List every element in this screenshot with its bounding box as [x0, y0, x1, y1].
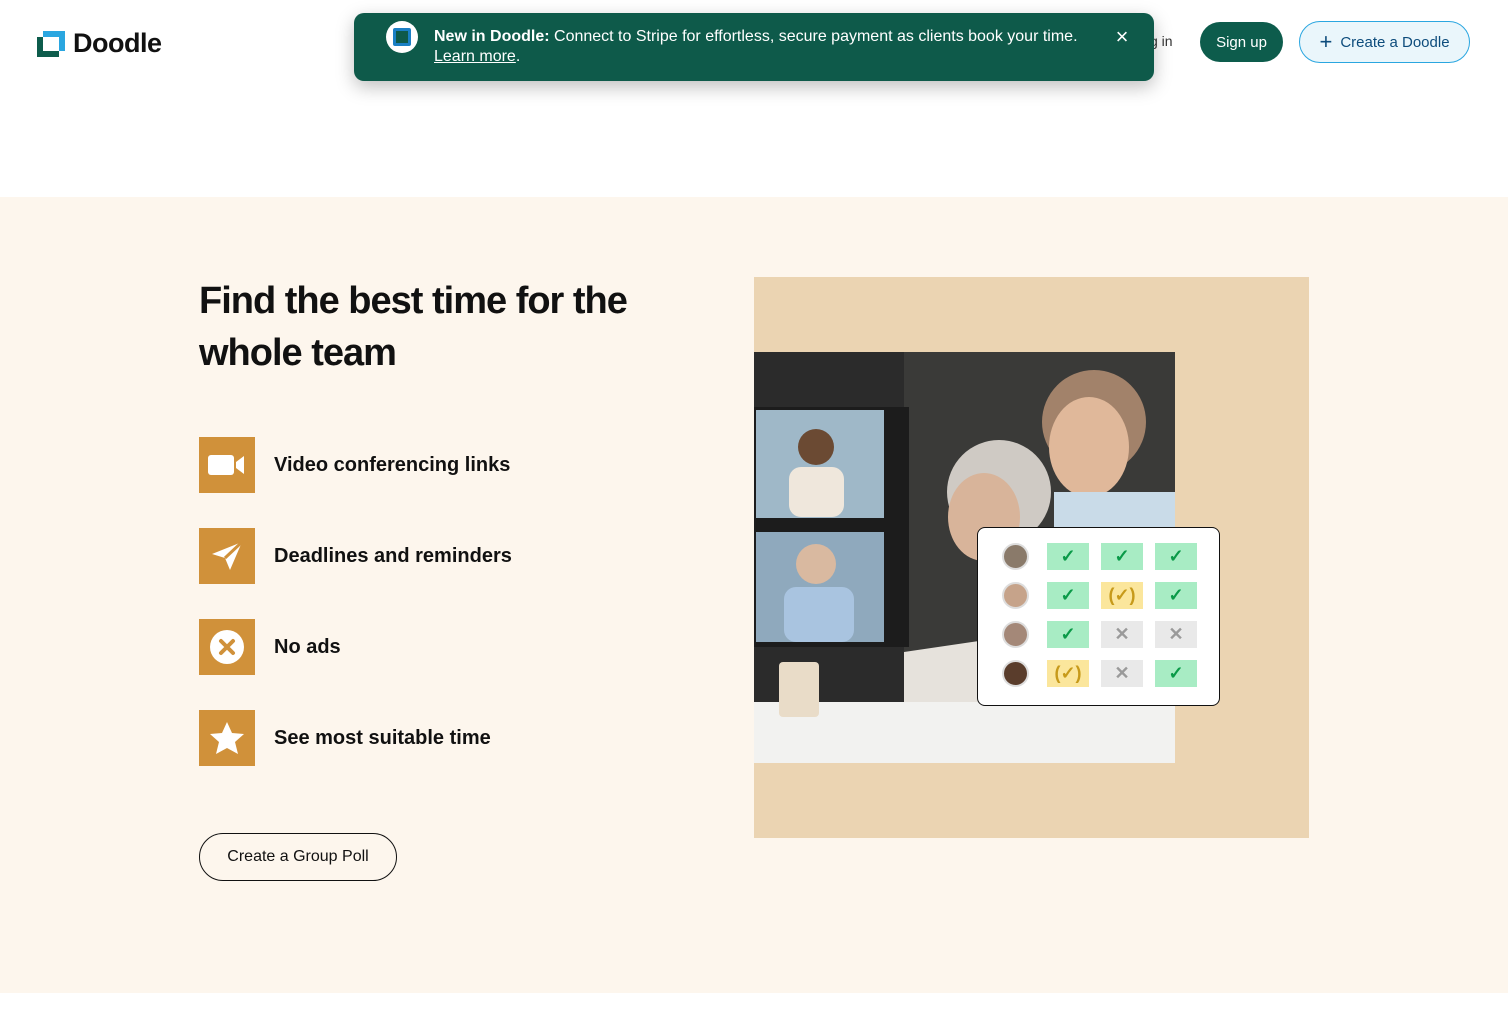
cross-icon: ✕: [1101, 621, 1143, 648]
banner-message: New in Doodle: Connect to Stripe for eff…: [434, 27, 1084, 67]
check-icon: ✓: [1155, 660, 1197, 687]
avatar: [1002, 543, 1029, 570]
star-icon: [199, 710, 255, 766]
feature-label: See most suitable time: [274, 726, 491, 749]
plus-icon: +: [1319, 29, 1333, 54]
grid-row: ✓ ✕ ✕: [1002, 621, 1209, 648]
banner-body: Connect to Stripe for effortless, secure…: [549, 28, 1078, 45]
feature-label: Video conferencing links: [274, 453, 511, 476]
feature-item-suitable-time: See most suitable time: [199, 710, 491, 766]
grid-row: ✓ (✓) ✓: [1002, 582, 1209, 609]
feature-label: Deadlines and reminders: [274, 544, 512, 567]
avatar: [1002, 621, 1029, 648]
avatar: [1002, 582, 1029, 609]
announcement-banner: New in Doodle: Connect to Stripe for eff…: [354, 13, 1154, 81]
check-icon: ✓: [1047, 543, 1089, 570]
learn-more-link[interactable]: Learn more: [434, 48, 516, 65]
maybe-icon: (✓): [1047, 660, 1089, 687]
x-circle-icon: [199, 619, 255, 675]
check-icon: ✓: [1101, 543, 1143, 570]
banner-suffix: .: [515, 48, 521, 65]
logo-text: Doodle: [73, 28, 162, 58]
feature-section: Find the best time for the whole team Vi…: [0, 197, 1508, 993]
feature-label: No ads: [274, 635, 341, 658]
check-icon: ✓: [1155, 543, 1197, 570]
create-group-poll-button[interactable]: Create a Group Poll: [199, 833, 397, 881]
doodle-badge-icon: [386, 21, 418, 53]
create-doodle-button[interactable]: + Create a Doodle: [1299, 21, 1470, 63]
doodle-logo[interactable]: Doodle: [37, 28, 162, 59]
maybe-icon: (✓): [1101, 582, 1143, 609]
signup-button[interactable]: Sign up: [1200, 22, 1283, 62]
cross-icon: ✕: [1155, 621, 1197, 648]
doodle-logo-icon: [37, 30, 65, 57]
feature-item-video: Video conferencing links: [199, 437, 510, 493]
check-icon: ✓: [1047, 582, 1089, 609]
grid-row: (✓) ✕ ✓: [1002, 660, 1209, 687]
cross-icon: ✕: [1101, 660, 1143, 687]
feature-item-no-ads: No ads: [199, 619, 341, 675]
close-icon[interactable]: ×: [1110, 25, 1134, 49]
paper-plane-icon: [199, 528, 255, 584]
availability-grid: ✓ ✓ ✓ ✓ (✓) ✓ ✓ ✕ ✕ (✓) ✕ ✓: [977, 527, 1220, 706]
check-icon: ✓: [1155, 582, 1197, 609]
feature-item-deadlines: Deadlines and reminders: [199, 528, 512, 584]
create-doodle-label: Create a Doodle: [1340, 33, 1450, 51]
site-header: Doodle g in Sign up + Create a Doodle Ne…: [0, 0, 1508, 197]
check-icon: ✓: [1047, 621, 1089, 648]
avatar: [1002, 660, 1029, 687]
video-camera-icon: [199, 437, 255, 493]
banner-title: New in Doodle:: [434, 28, 550, 45]
section-title: Find the best time for the whole team: [199, 280, 628, 374]
grid-row: ✓ ✓ ✓: [1002, 543, 1209, 570]
